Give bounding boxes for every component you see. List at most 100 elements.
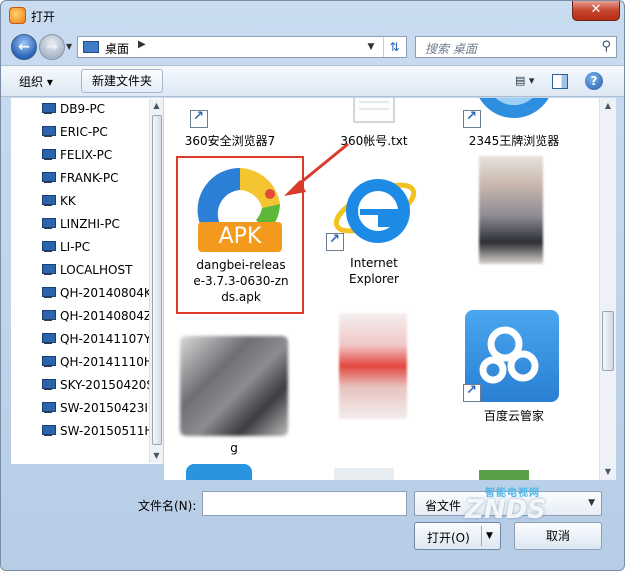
- tree-item[interactable]: FELIX-PC: [37, 145, 163, 165]
- help-icon[interactable]: ?: [585, 72, 603, 90]
- preview-pane-icon[interactable]: [552, 74, 568, 89]
- file-caption-line: ds.apk: [221, 290, 261, 304]
- scroll-up-icon[interactable]: ▲: [150, 99, 163, 113]
- navigation-bar: ← → ▼ 桌面 ▶ ▼ ⇅ 搜索 桌面 ⚲: [1, 31, 624, 63]
- blurred-thumbnail: [479, 156, 543, 264]
- file-caption: g: [230, 441, 238, 455]
- split-divider: [481, 526, 482, 546]
- scroll-up-icon[interactable]: ▲: [600, 98, 616, 114]
- file-item-blurred-image[interactable]: [329, 313, 419, 423]
- cancel-button[interactable]: 取消: [514, 522, 602, 550]
- tree-item[interactable]: LOCALHOST: [37, 260, 163, 280]
- chevron-down-icon: ▼: [588, 498, 595, 508]
- apk-badge: APK: [218, 224, 262, 249]
- file-item-blurred-image[interactable]: g: [174, 336, 294, 461]
- text-file-icon: [353, 98, 395, 123]
- close-button[interactable]: ✕: [572, 1, 620, 21]
- refresh-icon[interactable]: ⇅: [383, 37, 405, 57]
- computer-icon: [41, 126, 56, 138]
- open-options-chevron-icon[interactable]: ▼: [486, 531, 493, 541]
- desktop-icon: [83, 41, 99, 53]
- address-segment-desktop[interactable]: 桌面: [105, 40, 129, 57]
- computer-icon: [41, 218, 56, 230]
- partial-file-icon[interactable]: [186, 464, 252, 480]
- shortcut-arrow-icon: [326, 232, 344, 251]
- search-box[interactable]: 搜索 桌面 ⚲: [415, 36, 617, 58]
- open-button-label: 打开(O): [427, 531, 470, 545]
- filetype-select[interactable]: 省文件 ▼: [414, 491, 602, 516]
- address-bar[interactable]: 桌面 ▶ ▼ ⇅: [77, 36, 407, 58]
- window-title: 打开: [31, 10, 56, 24]
- blurred-thumbnail: [180, 336, 288, 436]
- search-icon[interactable]: ⚲: [601, 39, 611, 54]
- open-button[interactable]: 打开(O) ▼: [414, 522, 501, 550]
- scroll-down-icon[interactable]: ▼: [150, 449, 163, 463]
- blurred-thumbnail: [339, 313, 407, 419]
- file-caption-line: Internet: [350, 256, 398, 270]
- view-options-icon[interactable]: ▤ ▾: [515, 74, 539, 90]
- file-caption: 百度云管家: [483, 409, 544, 423]
- tree-item[interactable]: ERIC-PC: [37, 122, 163, 142]
- navigation-pane-scrollbar[interactable]: ▲ ▼: [149, 99, 163, 463]
- navigation-pane: DB9-PC ERIC-PC FELIX-PC FRANK-PC KK LINZ…: [11, 98, 163, 464]
- partial-file-icon[interactable]: [334, 468, 394, 480]
- search-input[interactable]: 搜索 桌面: [425, 40, 477, 57]
- tree-item[interactable]: SKY-20150420S: [37, 375, 163, 395]
- file-item-360-browser[interactable]: 360安全浏览器7: [184, 98, 284, 148]
- tree-item[interactable]: LINZHI-PC: [37, 214, 163, 234]
- file-item-baidu-cloud[interactable]: 百度云管家: [459, 308, 569, 438]
- computer-icon: [41, 310, 56, 322]
- tree-item[interactable]: FRANK-PC: [37, 168, 163, 188]
- computer-icon: [41, 241, 56, 253]
- computer-icon: [41, 103, 56, 115]
- file-list-scrollbar[interactable]: ▲ ▼: [599, 98, 616, 480]
- computer-icon: [41, 264, 56, 276]
- scroll-down-icon[interactable]: ▼: [600, 464, 616, 480]
- computer-icon: [41, 333, 56, 345]
- tree-item[interactable]: QH-20141110H: [37, 352, 163, 372]
- filename-label: 文件名(N):: [138, 499, 197, 513]
- computer-icon: [41, 356, 56, 368]
- tree-item[interactable]: KK: [37, 191, 163, 211]
- open-file-dialog: 打开 ✕ ← → ▼ 桌面 ▶ ▼ ⇅ 搜索 桌面 ⚲ 组织 ▾ 新建文件夹 ▤…: [0, 0, 625, 571]
- title-bar[interactable]: 打开 ✕: [1, 1, 624, 31]
- tree-item[interactable]: QH-20140804Z: [37, 306, 163, 326]
- new-folder-button[interactable]: 新建文件夹: [81, 69, 164, 93]
- filetype-value: 省文件: [425, 499, 462, 513]
- command-toolbar: 组织 ▾ 新建文件夹 ▤ ▾ ?: [1, 65, 624, 97]
- file-item-blurred-image[interactable]: [469, 156, 549, 266]
- file-list-pane: 360安全浏览器7 360帐号.txt 2345王牌浏览器: [164, 98, 599, 480]
- computer-icon: [41, 149, 56, 161]
- tree-item[interactable]: DB9-PC: [37, 99, 163, 119]
- scrollbar-thumb[interactable]: [602, 311, 614, 371]
- file-item-internet-explorer[interactable]: Internet Explorer: [324, 163, 424, 293]
- recent-locations-icon[interactable]: ▼: [66, 42, 72, 51]
- organize-button[interactable]: 组织 ▾: [19, 73, 53, 90]
- tree-item[interactable]: QH-20140804K: [37, 283, 163, 303]
- computer-icon: [41, 195, 56, 207]
- tree-item[interactable]: QH-20141107Y: [37, 329, 163, 349]
- filename-input[interactable]: [202, 491, 407, 516]
- forward-arrow-icon[interactable]: →: [39, 34, 65, 60]
- back-arrow-icon[interactable]: ←: [11, 34, 37, 60]
- shortcut-arrow-icon: [190, 109, 208, 128]
- tree-item[interactable]: LI-PC: [37, 237, 163, 257]
- computer-icon: [41, 402, 56, 414]
- file-caption: dangbei-releas e-3.7.3-0630-zn ds.apk: [180, 257, 302, 305]
- tree-item[interactable]: SW-20150511H: [37, 421, 163, 441]
- computer-icon: [41, 287, 56, 299]
- computer-icon: [41, 425, 56, 437]
- shortcut-arrow-icon: [463, 383, 481, 402]
- app-icon: [9, 7, 26, 24]
- computer-icon: [41, 379, 56, 391]
- partial-file-icon[interactable]: [479, 470, 529, 480]
- file-caption-line: Explorer: [349, 272, 399, 286]
- file-item-2345-browser[interactable]: 2345王牌浏览器: [459, 98, 569, 148]
- file-caption: 2345王牌浏览器: [468, 134, 560, 148]
- address-dropdown-icon[interactable]: ▼: [361, 39, 381, 55]
- scrollbar-thumb[interactable]: [152, 115, 162, 445]
- shortcut-arrow-icon: [463, 109, 481, 128]
- breadcrumb-chevron-icon[interactable]: ▶: [138, 39, 146, 50]
- tree-item[interactable]: SW-20150423I: [37, 398, 163, 418]
- file-caption: Internet Explorer: [324, 255, 424, 287]
